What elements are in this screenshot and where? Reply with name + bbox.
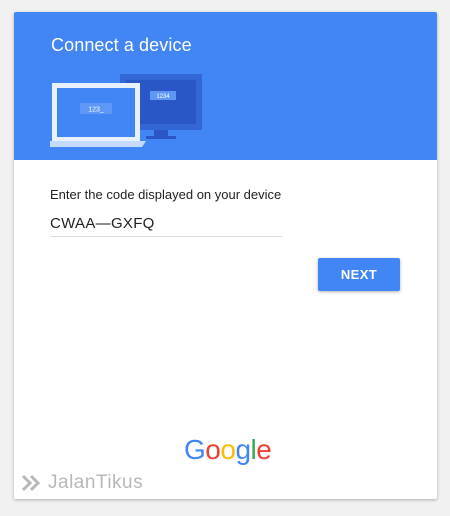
laptop-screen-code: 123_ (88, 107, 104, 114)
page-title: Connect a device (51, 35, 192, 55)
monitor-screen-code: 1234 (156, 94, 170, 100)
header-banner: Connect a device 1234 123_ (14, 12, 437, 160)
connect-device-card: Connect a device 1234 123_ Enter the cod… (14, 12, 437, 499)
code-field-label: Enter the code displayed on your device (50, 187, 282, 202)
code-form: Enter the code displayed on your device … (14, 160, 437, 499)
google-logo-letter: G (184, 434, 206, 465)
devices-illustration: 1234 123_ (50, 74, 202, 147)
laptop-icon: 123_ (50, 83, 146, 147)
google-logo-letter: o (205, 434, 221, 465)
watermark-text: JalanTikus (48, 472, 144, 493)
watermark: JalanTikus (20, 470, 143, 496)
google-logo-letter: e (256, 434, 272, 465)
google-logo-letter: o (220, 434, 236, 465)
device-code-input[interactable] (50, 210, 282, 237)
google-logo: Google (184, 434, 272, 466)
chevron-right-double-icon (21, 474, 41, 492)
next-button[interactable]: NEXT (318, 258, 400, 291)
google-logo-letter: g (235, 434, 251, 465)
